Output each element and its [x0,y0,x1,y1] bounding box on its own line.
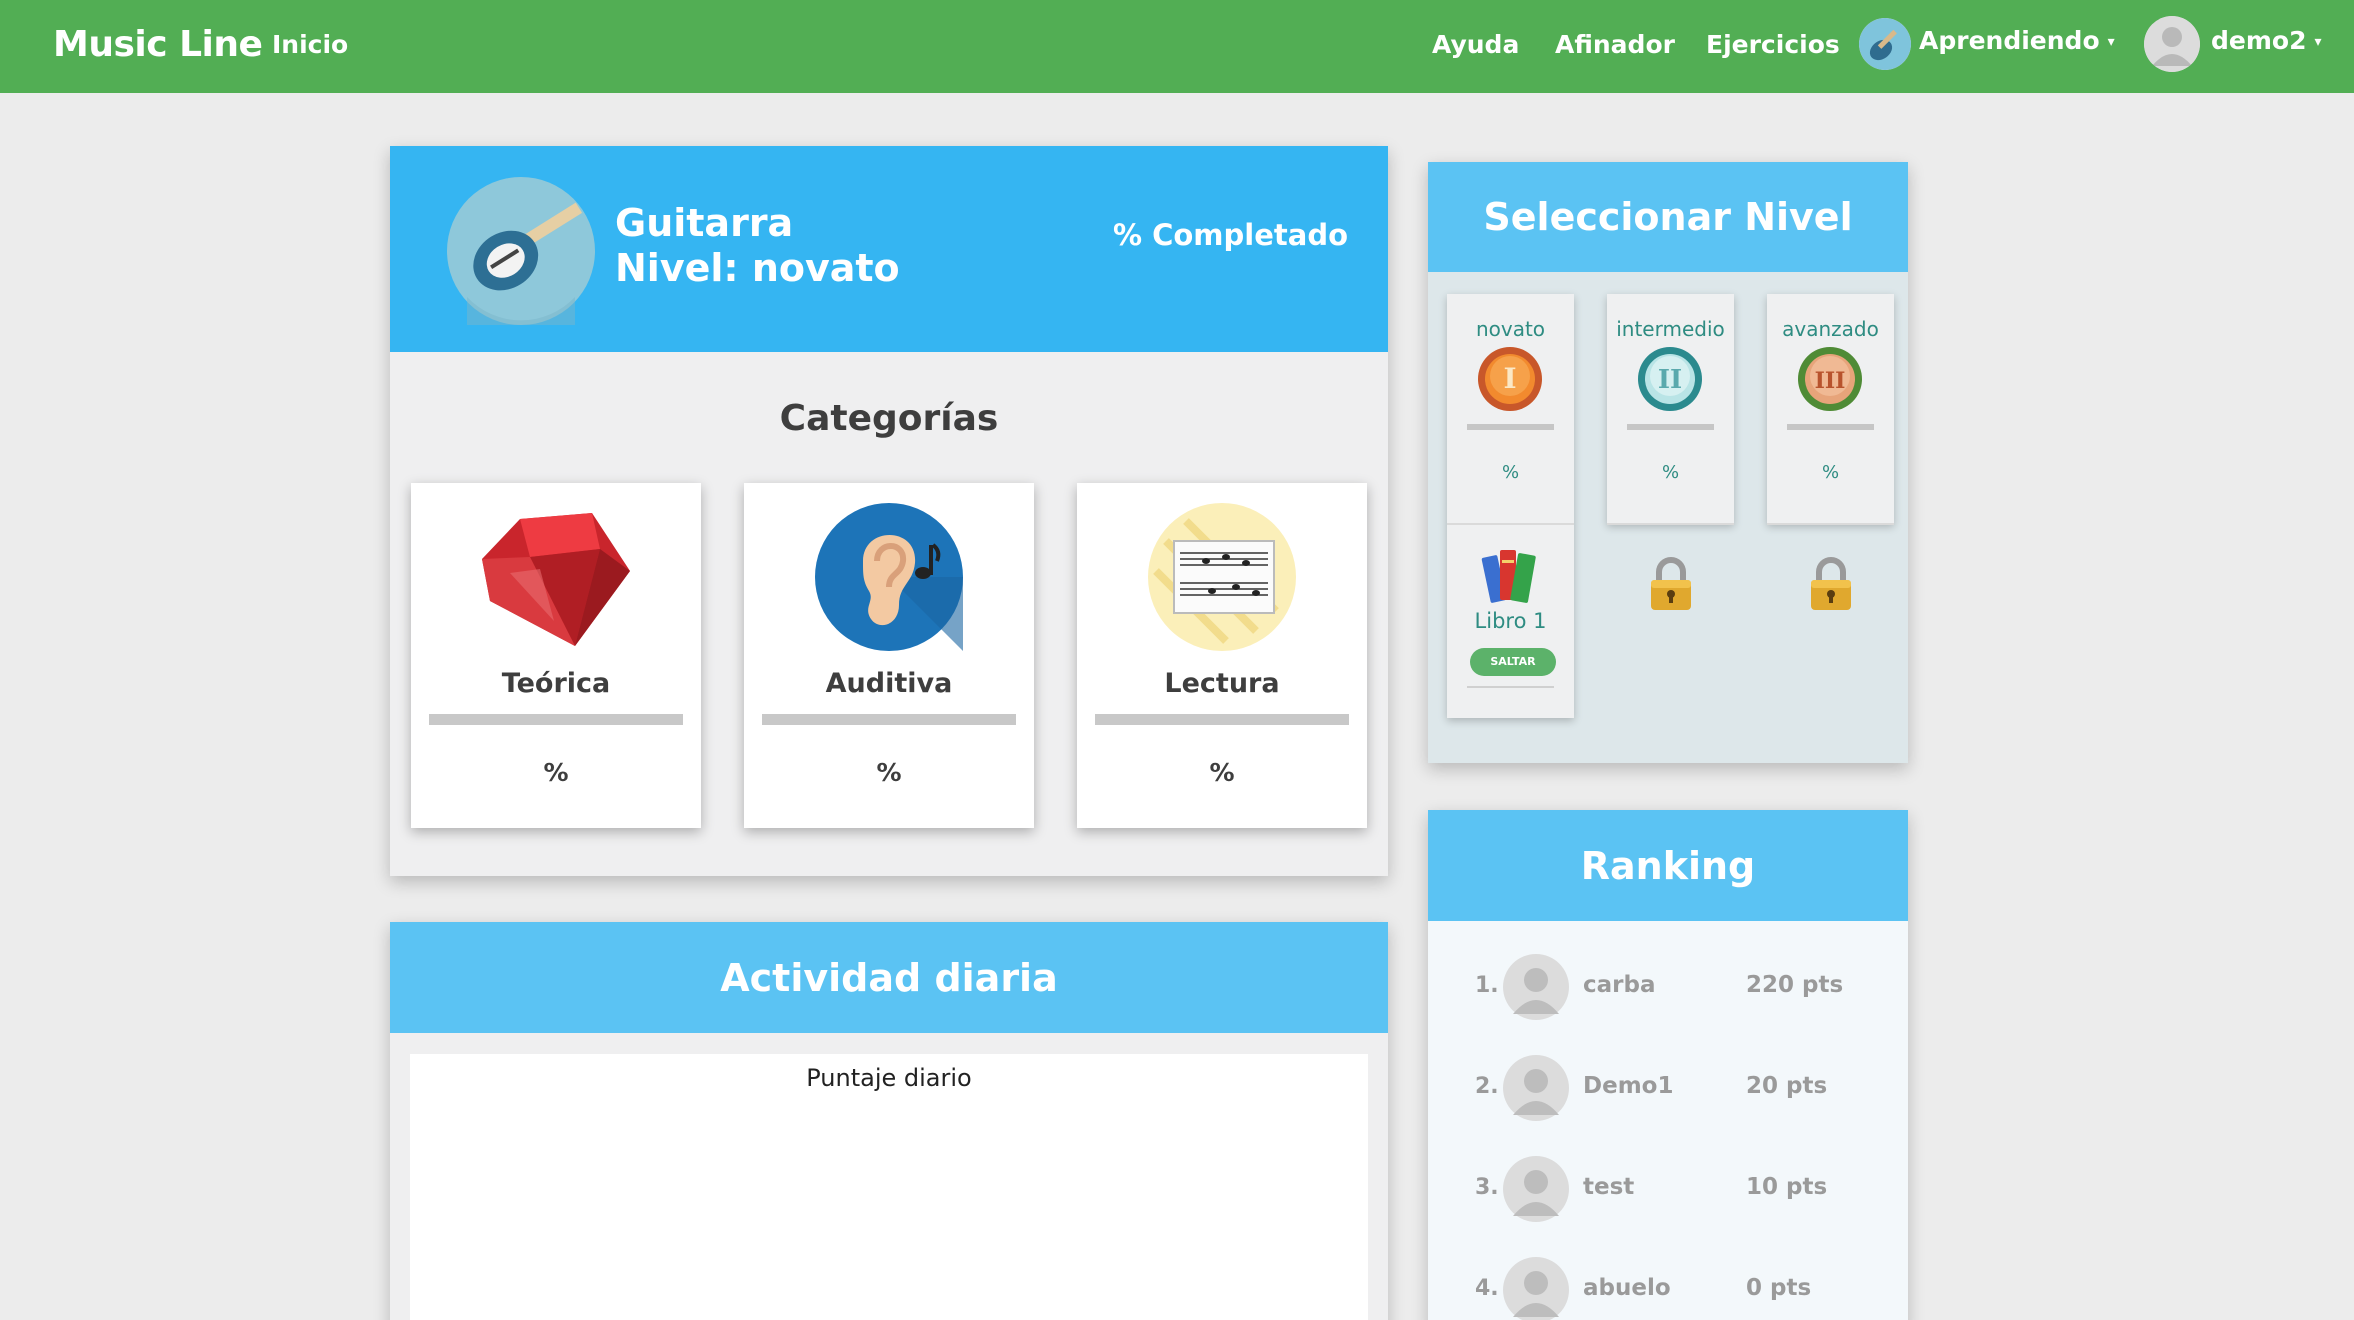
book-label[interactable]: Libro 1 [1447,609,1574,633]
category-percent: % [1209,758,1235,787]
guitar-avatar-icon [1859,18,1911,70]
divider [1767,523,1894,525]
nav-user-dropdown[interactable]: demo2 ▾ [2211,26,2322,55]
ranking-row: 4. abuelo 0 pts [1428,1251,1908,1320]
category-percent: % [543,758,569,787]
instrument-level: Nivel: novato [615,246,900,290]
level-avanzado[interactable]: avanzado III % [1767,294,1894,610]
rank-username: abuelo [1583,1275,1671,1301]
daily-activity-card: Actividad diaria Puntaje diario [390,922,1388,1320]
level-name: intermedio [1616,317,1725,341]
progress-bar [1467,424,1554,430]
ear-music-icon [815,503,963,651]
level-percent: % [1661,462,1680,483]
chart-title: Puntaje diario [806,1064,972,1092]
nav-learning-dropdown[interactable]: Aprendiendo ▾ [1919,26,2115,55]
category-percent: % [876,758,902,787]
rank-points: 10 pts [1746,1174,1828,1200]
user-avatar-icon [1503,1156,1569,1222]
caret-down-icon: ▾ [2314,34,2322,50]
nav-tuner[interactable]: Afinador [1555,30,1675,59]
bronze-medal-icon: I [1478,347,1542,411]
level-name: novato [1475,317,1546,341]
progress-bar [1095,714,1349,725]
nav-home[interactable]: Inicio [272,30,348,59]
nav-user-label: demo2 [2211,26,2307,55]
rank-points: 0 pts [1746,1275,1812,1301]
top-navbar: Music Line Inicio Ayuda Afinador Ejercic… [0,0,2354,93]
rank-username: Demo1 [1583,1073,1674,1099]
level-select-card: Seleccionar Nivel novato I % Libro 1 SAL… [1428,162,1908,763]
lock-icon [1651,557,1691,610]
user-avatar-icon [1503,954,1569,1020]
ranking-card: Ranking 1. carba 220 pts 2. Demo1 20 pts… [1428,810,1908,1320]
ranking-title: Ranking [1428,810,1908,921]
user-avatar-icon [1503,1055,1569,1121]
daily-score-chart: Puntaje diario [410,1054,1368,1320]
level-name: avanzado [1782,317,1879,341]
rank-points: 20 pts [1746,1073,1828,1099]
books-icon [1481,550,1536,603]
category-lectura[interactable]: Lectura % [1077,483,1367,828]
category-label: Lectura [1164,668,1280,699]
nav-help[interactable]: Ayuda [1432,30,1519,59]
svg-text:III: III [1815,368,1846,394]
ranking-row: 1. carba 220 pts [1428,948,1908,1028]
rank-username: test [1583,1174,1635,1200]
ranking-row: 3. test 10 pts [1428,1150,1908,1230]
lock-icon [1811,557,1851,610]
categories-title: Categorías [779,398,999,439]
caret-down-icon: ▾ [2107,34,2115,50]
profile-card: Guitarra Nivel: novato % Completado Cate… [390,146,1388,876]
progress-bar [1627,424,1714,430]
daily-activity-title: Actividad diaria [390,922,1388,1033]
category-label: Teórica [501,668,611,699]
level-percent: % [1501,462,1520,483]
nav-learning-label: Aprendiendo [1919,26,2100,55]
progress-bar [1467,686,1554,688]
profile-header: Guitarra Nivel: novato % Completado [390,146,1388,352]
category-auditiva[interactable]: Auditiva % [744,483,1034,828]
guitar-icon [447,177,595,325]
completed-percent: % Completado [1112,218,1348,252]
ruby-gem-icon [482,513,630,646]
progress-bar [762,714,1016,725]
rank-position: 4. [1475,1276,1499,1301]
level-select-title: Seleccionar Nivel [1428,162,1908,272]
category-label: Auditiva [825,668,953,699]
brand-logo[interactable]: Music Line [53,24,263,65]
divider [1447,523,1574,525]
level-novato[interactable]: novato I % Libro 1 SALTAR [1447,294,1574,718]
instrument-name: Guitarra [615,201,794,245]
rank-position: 2. [1475,1074,1499,1099]
sheet-music-icon [1148,503,1296,651]
svg-text:I: I [1503,362,1516,395]
gold-medal-icon: III [1798,347,1862,411]
rank-position: 1. [1475,973,1499,998]
divider [1607,523,1734,525]
nav-exercises[interactable]: Ejercicios [1706,30,1840,59]
progress-bar [1787,424,1874,430]
category-teorica[interactable]: Teórica % [411,483,701,828]
rank-username: carba [1583,972,1656,998]
level-intermedio[interactable]: intermedio II % [1607,294,1734,610]
svg-text:II: II [1658,365,1682,395]
skip-button[interactable]: SALTAR [1470,648,1556,676]
user-avatar[interactable] [2144,16,2200,72]
rank-position: 3. [1475,1175,1499,1200]
silver-medal-icon: II [1638,347,1702,411]
ranking-row: 2. Demo1 20 pts [1428,1049,1908,1129]
level-percent: % [1821,462,1840,483]
progress-bar [429,714,683,725]
user-avatar-icon [1503,1257,1569,1320]
rank-points: 220 pts [1746,972,1844,998]
